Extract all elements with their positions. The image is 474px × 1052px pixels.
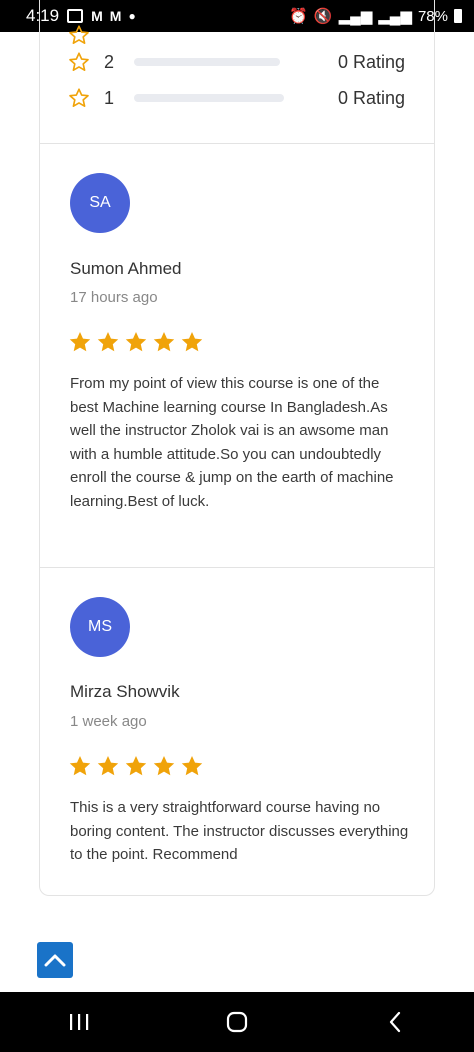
back-icon [389,1011,401,1033]
recents-button[interactable] [49,1002,109,1042]
battery-icon [454,9,462,23]
rating-count-label: 0 Rating [338,87,406,108]
reviews-card: 2 0 Rating 1 0 Rating SA Sumon Ahmed 17 … [39,0,435,896]
system-nav-bar [0,992,474,1052]
back-button[interactable] [365,1002,425,1042]
review-stars [68,330,204,354]
rating-star-count: 2 [104,51,115,72]
star-outline-icon [69,25,89,44]
home-icon [226,1011,248,1033]
divider [40,567,434,568]
chevron-up-icon [44,954,66,967]
rating-progress-bar [134,94,284,102]
star-filled-icon [153,332,175,352]
star-filled-icon [181,756,203,776]
star-filled-icon [97,332,119,352]
recents-icon [70,1014,89,1030]
rating-star-count: 1 [104,87,115,108]
review-text: This is a very straightforward course ha… [70,799,409,863]
divider [40,143,434,144]
star-outline-icon [69,52,89,71]
review-time: 1 week ago [70,713,147,730]
review-time: 17 hours ago [70,289,158,306]
reviewer-name: Sumon Ahmed [70,259,182,278]
star-filled-icon [125,756,147,776]
rating-row-2: 2 0 Rating [68,49,408,75]
star-filled-icon [153,756,175,776]
scroll-to-top-button[interactable] [37,942,73,978]
star-outline-icon [69,88,89,107]
star-filled-icon [69,332,91,352]
star-filled-icon [97,756,119,776]
review-text: From my point of view this course is one… [70,375,394,510]
home-button[interactable] [207,1002,267,1042]
star-filled-icon [69,756,91,776]
rating-row-1: 1 0 Rating [68,85,408,111]
rating-progress-bar [134,58,280,66]
review-stars [68,754,204,778]
avatar: MS [70,597,130,657]
star-filled-icon [181,332,203,352]
rating-count-label: 0 Rating [338,51,406,72]
avatar: SA [70,173,130,233]
rating-row-3 [68,22,408,48]
reviewer-name: Mirza Showvik [70,682,180,701]
star-filled-icon [125,332,147,352]
